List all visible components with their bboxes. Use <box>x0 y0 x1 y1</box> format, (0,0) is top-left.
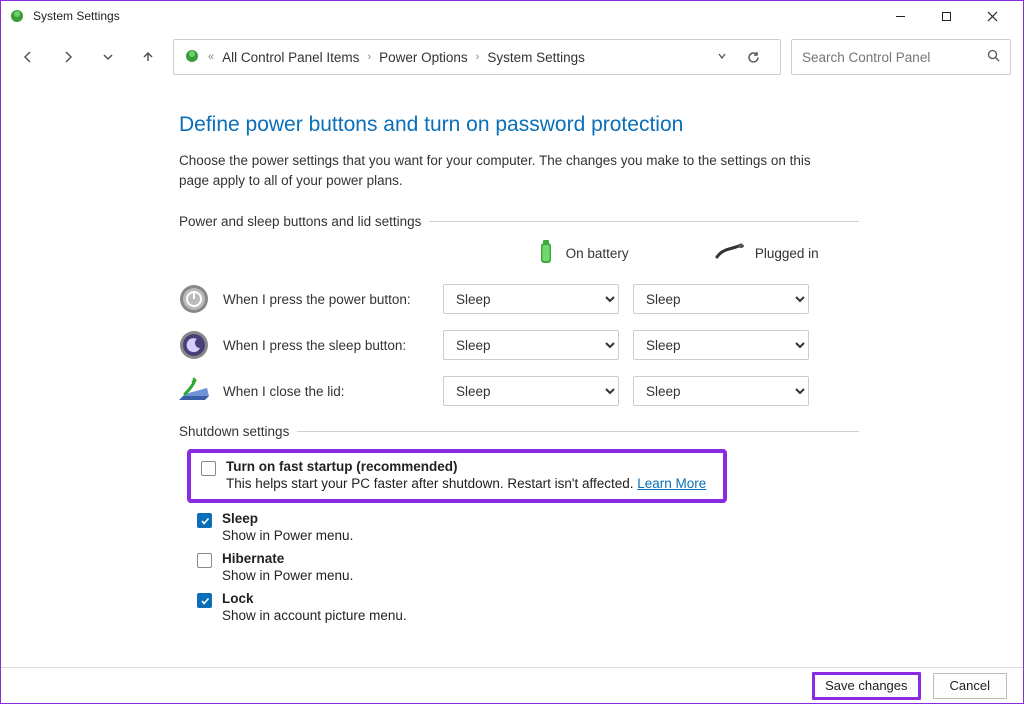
breadcrumb-item[interactable]: All Control Panel Items <box>222 50 359 65</box>
column-on-battery: On battery <box>490 239 675 268</box>
sleep-button-icon <box>179 330 209 360</box>
back-button[interactable] <box>13 42 43 72</box>
fast-startup-checkbox[interactable] <box>201 461 216 476</box>
shutdown-item-sleep: Sleep Show in Power menu. <box>197 511 859 543</box>
save-changes-button[interactable]: Save changes <box>812 672 920 700</box>
address-bar[interactable]: « All Control Panel Items › Power Option… <box>173 39 781 75</box>
highlight-fast-startup: Turn on fast startup (recommended) This … <box>187 449 727 503</box>
column-plugged-in: Plugged in <box>674 243 859 264</box>
column-label: On battery <box>566 246 629 261</box>
up-button[interactable] <box>133 42 163 72</box>
sleep-button-battery-select[interactable]: Sleep <box>443 330 619 360</box>
item-description: Show in account picture menu. <box>222 608 407 623</box>
power-button-battery-select[interactable]: Sleep <box>443 284 619 314</box>
row-label: When I close the lid: <box>223 384 443 399</box>
row-close-lid: When I close the lid: Sleep Sleep <box>179 376 859 406</box>
page-title: Define power buttons and turn on passwor… <box>179 113 859 137</box>
sleep-button-plugged-select[interactable]: Sleep <box>633 330 809 360</box>
close-lid-battery-select[interactable]: Sleep <box>443 376 619 406</box>
power-button-icon <box>179 284 209 314</box>
shutdown-item-hibernate: Hibernate Show in Power menu. <box>197 551 859 583</box>
learn-more-link[interactable]: Learn More <box>637 476 706 491</box>
window-title: System Settings <box>33 9 120 23</box>
forward-button[interactable] <box>53 42 83 72</box>
item-title: Hibernate <box>222 551 353 566</box>
section-power-buttons-header: Power and sleep buttons and lid settings <box>179 214 859 229</box>
address-dropdown-icon[interactable] <box>716 50 728 65</box>
content-area: Define power buttons and turn on passwor… <box>1 83 1023 667</box>
hibernate-checkbox[interactable] <box>197 553 212 568</box>
item-title: Lock <box>222 591 407 606</box>
item-description: This helps start your PC faster after sh… <box>226 476 706 491</box>
column-label: Plugged in <box>755 246 819 261</box>
row-label: When I press the power button: <box>223 292 443 307</box>
section-header-label: Shutdown settings <box>179 424 289 439</box>
page-description: Choose the power settings that you want … <box>179 151 829 190</box>
item-title: Sleep <box>222 511 353 526</box>
titlebar: System Settings <box>1 1 1023 31</box>
window-frame: System Settings « All Control Panel Item… <box>0 0 1024 704</box>
breadcrumb-item[interactable]: System Settings <box>487 50 585 65</box>
recent-button[interactable] <box>93 42 123 72</box>
breadcrumb-prefix: « <box>208 51 214 63</box>
lock-checkbox[interactable] <box>197 593 212 608</box>
plug-icon <box>715 243 745 264</box>
search-input[interactable] <box>802 50 1000 65</box>
search-box[interactable] <box>791 39 1011 75</box>
item-description: Show in Power menu. <box>222 568 353 583</box>
item-title: Turn on fast startup (recommended) <box>226 459 706 474</box>
row-sleep-button: When I press the sleep button: Sleep Sle… <box>179 330 859 360</box>
battery-icon <box>536 239 556 268</box>
app-icon <box>9 8 25 24</box>
close-button[interactable] <box>969 1 1015 31</box>
laptop-lid-icon <box>179 376 209 406</box>
chevron-right-icon: › <box>476 51 480 63</box>
search-icon <box>987 49 1000 65</box>
cancel-button[interactable]: Cancel <box>933 673 1007 699</box>
section-shutdown-header: Shutdown settings <box>179 424 859 439</box>
power-button-plugged-select[interactable]: Sleep <box>633 284 809 314</box>
item-description: Show in Power menu. <box>222 528 353 543</box>
chevron-right-icon: › <box>367 51 371 63</box>
sleep-checkbox[interactable] <box>197 513 212 528</box>
shutdown-item-fast-startup: Turn on fast startup (recommended) This … <box>201 459 713 491</box>
refresh-button[interactable] <box>736 50 770 65</box>
power-column-headers: On battery Plugged in <box>179 239 859 268</box>
maximize-button[interactable] <box>923 1 969 31</box>
control-panel-icon <box>184 48 200 67</box>
minimize-button[interactable] <box>877 1 923 31</box>
section-header-label: Power and sleep buttons and lid settings <box>179 214 421 229</box>
shutdown-item-lock: Lock Show in account picture menu. <box>197 591 859 623</box>
breadcrumb-item[interactable]: Power Options <box>379 50 468 65</box>
close-lid-plugged-select[interactable]: Sleep <box>633 376 809 406</box>
row-label: When I press the sleep button: <box>223 338 443 353</box>
footer-bar: Save changes Cancel <box>1 667 1023 703</box>
nav-row: « All Control Panel Items › Power Option… <box>1 31 1023 83</box>
row-power-button: When I press the power button: Sleep Sle… <box>179 284 859 314</box>
